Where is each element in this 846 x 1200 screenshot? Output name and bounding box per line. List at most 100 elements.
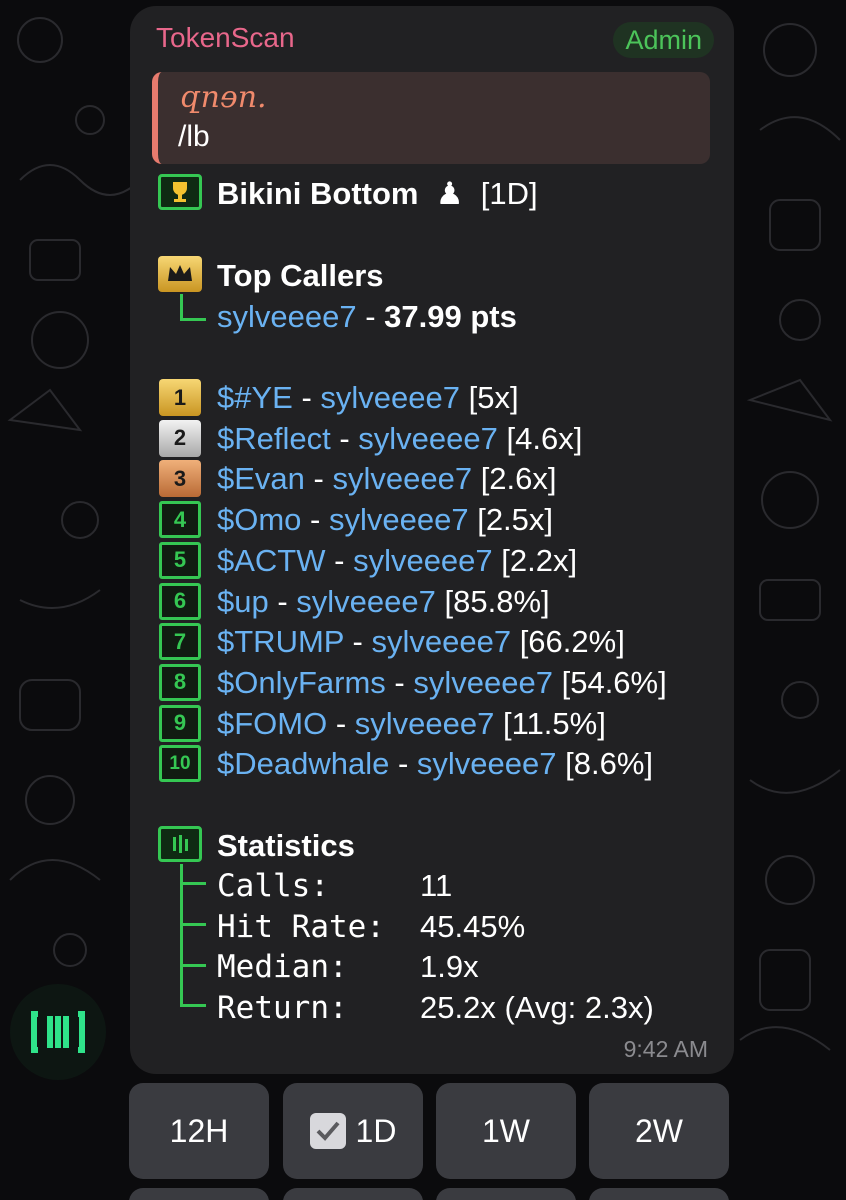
- leaderboard-row: $OnlyFarms - sylveeee7 [54.6%]: [217, 665, 667, 701]
- leaderboard-row: $Reflect - sylveeee7 [4.6x]: [217, 421, 582, 457]
- button-label: 12H: [169, 1112, 229, 1149]
- sender-name[interactable]: TokenScan: [156, 22, 295, 54]
- separator: -: [268, 583, 297, 619]
- admin-badge: Admin: [613, 22, 714, 58]
- stats-tree-tick: [180, 923, 206, 926]
- top-caller-points: 37.99 pts: [384, 299, 517, 334]
- rank-badge: 7: [159, 623, 201, 661]
- caller-link[interactable]: sylveeee7: [355, 706, 495, 741]
- keyboard-row-2-button[interactable]: [436, 1188, 576, 1200]
- token-link[interactable]: $FOMO: [217, 706, 327, 741]
- bot-avatar[interactable]: [10, 984, 106, 1080]
- stats-bars-icon: [158, 826, 202, 862]
- crown-icon: [158, 256, 202, 292]
- token-link[interactable]: $#YE: [217, 380, 293, 415]
- rank-badge: 8: [159, 663, 201, 701]
- rank-badge: 3: [159, 460, 201, 498]
- multiplier: [85.8%]: [444, 583, 550, 619]
- leaderboard-row: $TRUMP - sylveeee7 [66.2%]: [217, 624, 625, 660]
- caller-link[interactable]: sylveeee7: [320, 380, 460, 415]
- period-button-12h[interactable]: 12H: [129, 1083, 269, 1179]
- reply-preview[interactable]: զnɘn. /lb: [152, 72, 710, 164]
- stat-label: Calls:: [217, 868, 329, 904]
- multiplier: [54.6%]: [561, 664, 667, 700]
- group-line: Bikini Bottom ♟ [1D]: [217, 176, 538, 212]
- rank-badge: 4: [159, 501, 201, 539]
- period-button-1d[interactable]: 1D: [283, 1083, 423, 1179]
- reply-author: զnɘn.: [180, 80, 267, 115]
- leaderboard-row: $Evan - sylveeee7 [2.6x]: [217, 461, 557, 497]
- caller-link[interactable]: sylveeee7: [296, 584, 436, 619]
- stat-label: Hit Rate:: [217, 908, 385, 945]
- multiplier: [2.5x]: [477, 502, 554, 538]
- multiplier: [8.6%]: [565, 746, 654, 782]
- token-link[interactable]: $Reflect: [217, 421, 331, 456]
- caller-link[interactable]: sylveeee7: [417, 746, 557, 781]
- tree-tick: [180, 318, 206, 321]
- keyboard-row-2-button[interactable]: [129, 1188, 269, 1200]
- token-link[interactable]: $Evan: [217, 461, 305, 496]
- leaderboard-row: $up - sylveeee7 [85.8%]: [217, 584, 550, 620]
- leaderboard-row: $Omo - sylveeee7 [2.5x]: [217, 502, 553, 538]
- checkmark-icon: [309, 1113, 346, 1149]
- top-caller-link[interactable]: sylveeee7: [217, 299, 357, 334]
- caller-link[interactable]: sylveeee7: [353, 543, 493, 578]
- separator: -: [356, 299, 385, 334]
- stat-value: 25.2x (Avg: 2.3x): [420, 990, 654, 1026]
- separator: -: [327, 705, 355, 741]
- separator: -: [385, 664, 414, 700]
- reply-text: /lb: [178, 120, 210, 153]
- trophy-icon: [158, 174, 202, 210]
- token-link[interactable]: $TRUMP: [217, 624, 344, 659]
- separator: -: [389, 746, 417, 782]
- period-button-1w[interactable]: 1W: [436, 1083, 576, 1179]
- stats-tree-line: [180, 864, 183, 1006]
- rank-badge: 9: [159, 704, 201, 742]
- period-button-2w[interactable]: 2W: [589, 1083, 729, 1179]
- caller-link[interactable]: sylveeee7: [358, 421, 498, 456]
- message-time: 9:42 AM: [623, 1036, 708, 1062]
- token-link[interactable]: $ACTW: [217, 543, 326, 578]
- statistics-heading: Statistics: [217, 828, 355, 863]
- multiplier: [2.2x]: [501, 542, 578, 578]
- leaderboard-row: $ACTW - sylveeee7 [2.2x]: [217, 543, 577, 579]
- top-callers-heading: Top Callers: [217, 258, 384, 293]
- caller-link[interactable]: sylveeee7: [413, 665, 553, 700]
- rank-badge: 6: [159, 582, 201, 620]
- token-link[interactable]: $Deadwhale: [217, 746, 389, 781]
- leaderboard-row: $Deadwhale - sylveeee7 [8.6%]: [217, 746, 653, 782]
- tokenscan-logo-icon: [31, 1011, 85, 1053]
- stat-value: 45.45%: [420, 908, 526, 944]
- separator: -: [325, 542, 354, 578]
- top-caller-row: sylveeee7 - 37.99 pts: [217, 299, 517, 335]
- separator: -: [292, 380, 321, 415]
- stat-value: 11: [420, 868, 453, 903]
- caller-link[interactable]: sylveeee7: [329, 502, 469, 537]
- message-bubble: TokenScan Admin զnɘn. /lb Bikini Bottom …: [130, 6, 734, 1074]
- keyboard-row-2-button[interactable]: [283, 1188, 423, 1200]
- stat-label: Median:: [217, 949, 348, 986]
- stat-value: 1.9x: [420, 949, 479, 985]
- token-link[interactable]: $Omo: [217, 502, 301, 537]
- stat-label: Return:: [217, 990, 348, 1027]
- stats-tree-tick: [180, 964, 206, 967]
- leaderboard-row: $#YE - sylveeee7 [5x]: [217, 380, 519, 416]
- button-label: 2W: [635, 1112, 683, 1149]
- token-link[interactable]: $OnlyFarms: [217, 665, 386, 700]
- stats-tree-tick: [180, 882, 206, 885]
- group-name: Bikini Bottom: [217, 176, 419, 211]
- caller-link[interactable]: sylveeee7: [371, 624, 511, 659]
- keyboard-row-2-button[interactable]: [589, 1188, 729, 1200]
- tree-line: [180, 294, 183, 320]
- button-label: 1W: [482, 1112, 530, 1149]
- pawn-icon: ♟: [427, 176, 473, 211]
- rank-badge: 2: [159, 419, 201, 457]
- separator: -: [304, 461, 333, 497]
- caller-link[interactable]: sylveeee7: [332, 461, 472, 496]
- multiplier: [5x]: [468, 380, 519, 415]
- multiplier: [4.6x]: [506, 420, 583, 456]
- leaderboard-row: $FOMO - sylveeee7 [11.5%]: [217, 706, 606, 742]
- token-link[interactable]: $up: [217, 584, 269, 619]
- separator: -: [301, 502, 329, 538]
- period-label: [1D]: [480, 176, 538, 211]
